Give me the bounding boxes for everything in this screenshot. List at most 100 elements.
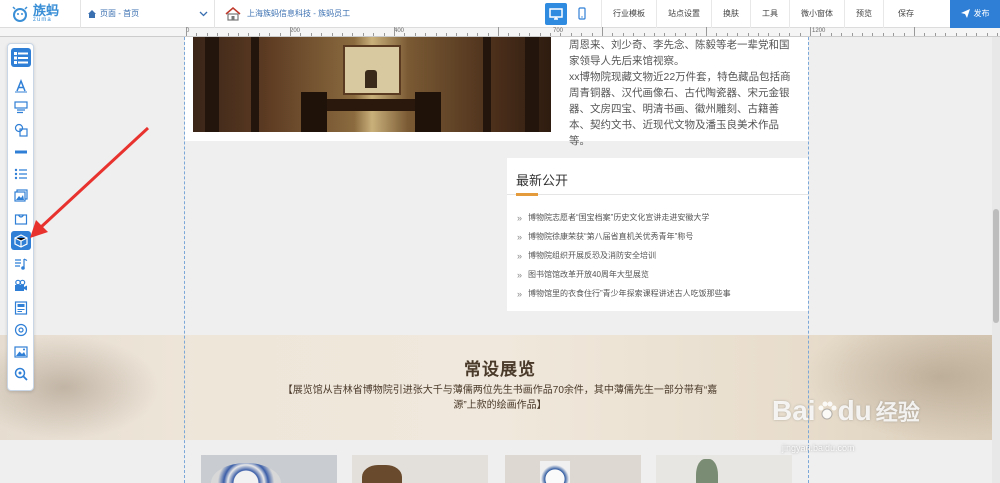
ruler-tick [269, 33, 271, 36]
ruler-tick [674, 33, 676, 36]
ruler-tick [362, 33, 364, 36]
tool-music[interactable] [11, 254, 31, 273]
news-title: 最新公开 [516, 173, 569, 188]
ruler-tick [570, 33, 572, 36]
page-selector[interactable]: 页面 - 首页 [80, 0, 215, 28]
ruler-tick [186, 27, 187, 36]
ruler-tick [758, 33, 759, 36]
ruler-tick [394, 27, 395, 36]
news-item[interactable]: » 博物院组织开展反恐及消防安全培训 [517, 246, 731, 265]
tool-shop[interactable] [11, 208, 31, 227]
exhibit-thumb-bronze[interactable] [352, 455, 488, 483]
menu-skin[interactable]: 换肤 [711, 0, 750, 28]
news-item[interactable]: » 博物馆里的衣食住行”青少年探索课程讲述古人吃饭那些事 [517, 284, 731, 303]
ruler-tick [914, 27, 915, 36]
ruler-tick [841, 33, 843, 36]
save-button[interactable]: 保存 [883, 0, 928, 28]
company-switcher[interactable]: 上海族蚂信息科技 - 族蚂员工 [215, 6, 545, 21]
horizontal-ruler: 0 200 400 700 1200 [0, 27, 1000, 37]
menu-preview[interactable]: 预览 [844, 0, 883, 28]
tool-video[interactable] [11, 276, 31, 295]
exhibit-thumb-porcelain-plate[interactable] [201, 455, 337, 483]
news-item[interactable]: » 博物院徐康荣获“第八届省直机关优秀青年”称号 [517, 227, 731, 246]
tool-divider[interactable] [11, 142, 31, 161]
ruler-tick [425, 33, 427, 36]
tool-search[interactable] [11, 364, 31, 383]
desc-line: 周恩来、刘少奇、李先念、陈毅等老一辈党和国 [569, 39, 790, 51]
menu-widgets[interactable]: 微小窗体 [789, 0, 844, 28]
company-name: 上海族蚂信息科技 - 族蚂员工 [247, 9, 351, 18]
ruler-tick [664, 33, 666, 36]
chevron-right-icon: » [517, 231, 523, 242]
shapes-icon [14, 123, 28, 137]
divider-icon [15, 150, 27, 153]
ruler-tick [508, 33, 510, 36]
exhibit-title: 常设展览 [464, 360, 536, 379]
ruler-tick [778, 33, 780, 36]
menu-industry-template[interactable]: 行业模板 [601, 0, 656, 28]
tool-gallery[interactable] [11, 186, 31, 205]
publish-button[interactable]: 发布 [950, 0, 1000, 28]
ruler-tick [446, 33, 447, 36]
desc-line: 家领导人先后来馆视察。 [569, 55, 685, 67]
guide-line-left [184, 37, 185, 483]
ant-logo-icon [12, 5, 28, 22]
chevron-right-icon: » [517, 250, 523, 261]
scrollbar-thumb[interactable] [993, 209, 999, 323]
chevron-down-icon [199, 11, 208, 16]
send-icon [960, 9, 970, 18]
ruler-tick [622, 33, 624, 36]
tool-audio[interactable] [11, 320, 31, 339]
tool-text[interactable] [11, 76, 31, 95]
desc-line: xx博物院现藏文物近22万件套，特色藏品包括商 [569, 71, 791, 83]
home-icon [88, 9, 96, 18]
tool-list-layout[interactable] [11, 48, 31, 67]
tool-article-list[interactable] [11, 164, 31, 183]
news-item[interactable]: » 图书馆馆改革开放40周年大型展览 [517, 265, 731, 284]
mobile-view-button[interactable] [571, 3, 593, 25]
disc-icon [14, 323, 28, 336]
ruler-tick [456, 33, 458, 36]
tool-3d-module[interactable] [11, 231, 31, 250]
ruler-tick [966, 33, 967, 36]
exhibit-subtitle: 【展览馆从吉林省博物院引进张大千与薄儒两位先生书画作品70余件，其中薄儒先生一部… [282, 385, 718, 411]
ruler-tick [799, 33, 801, 36]
page-selector-value: 页面 - 首页 [100, 9, 140, 18]
ruler-tick [602, 27, 603, 36]
tool-shapes[interactable] [11, 120, 31, 139]
cube-icon [14, 233, 28, 248]
mobile-icon [578, 7, 586, 20]
ruler-tick [435, 33, 437, 36]
shop-bag-icon [14, 213, 28, 225]
ruler-tick [238, 33, 239, 36]
desc-line: 等。 [569, 135, 590, 147]
exhibit-thumb-vase[interactable] [505, 455, 641, 483]
video-camera-icon [15, 279, 27, 291]
ruler-tick [654, 33, 655, 36]
logo: 族蚂 zuma [0, 4, 80, 23]
exhibit-thumb-celadon[interactable] [656, 455, 792, 483]
ruler-tick [258, 33, 260, 36]
ruler-tick [217, 33, 219, 36]
news-item[interactable]: » 博物院志愿者“国宝档案”历史文化宣讲走进安徽大学 [517, 208, 731, 227]
ruler-tick [279, 33, 281, 36]
desktop-view-button[interactable] [545, 2, 567, 25]
ruler-tick [414, 33, 416, 36]
ruler-tick [789, 33, 791, 36]
ruler-tick [352, 33, 354, 36]
form-icon [14, 300, 28, 315]
chevron-right-icon: » [517, 212, 523, 223]
ruler-tick [206, 33, 208, 36]
tool-image-text[interactable] [11, 98, 31, 117]
tool-form[interactable] [11, 298, 31, 317]
menu-tools[interactable]: 工具 [750, 0, 789, 28]
ruler-tick [466, 33, 468, 36]
ruler-tick [976, 33, 978, 36]
ruler-tick [768, 33, 770, 36]
ruler-tick [862, 33, 863, 36]
tool-picture[interactable] [11, 342, 31, 361]
ruler-tick [830, 33, 832, 36]
menu-site-settings[interactable]: 站点设置 [656, 0, 711, 28]
ruler-tick [737, 33, 739, 36]
vertical-scrollbar[interactable] [992, 37, 1000, 483]
